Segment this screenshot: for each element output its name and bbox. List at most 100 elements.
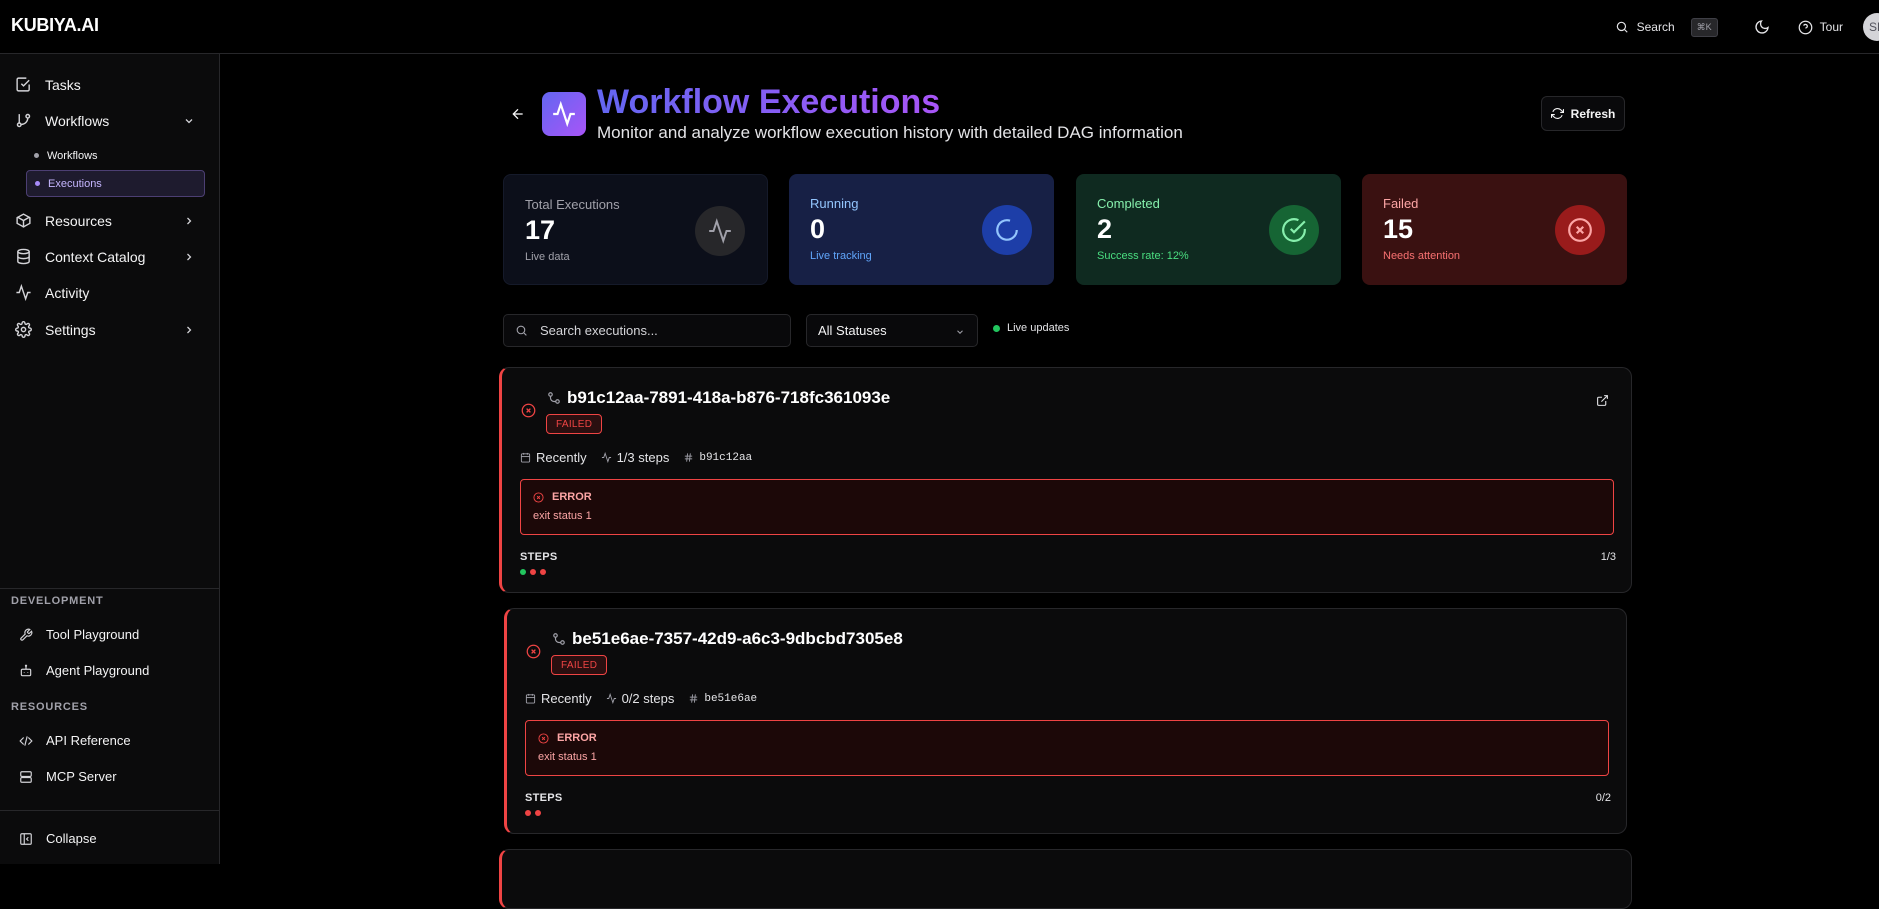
step-status-dot <box>520 569 526 575</box>
stat-sub: Needs attention <box>1383 250 1461 262</box>
execution-card[interactable]: be51e6ae-7357-42d9-a6c3-9dbcbd7305e8 FAI… <box>504 608 1627 834</box>
execution-id[interactable]: b91c12aa-7891-418a-b876-718fc361093e <box>567 388 890 408</box>
sidebar-item-api-reference[interactable]: API Reference <box>19 733 199 748</box>
meta-steps-text: 1/3 steps <box>616 450 670 465</box>
page-subtitle: Monitor and analyze workflow execution h… <box>597 123 1183 142</box>
execution-meta: Recently 1/3 steps b91c12aa <box>520 450 752 465</box>
sidebar-item-tool-playground[interactable]: Tool Playground <box>19 627 199 642</box>
chevron-right-icon <box>187 326 192 333</box>
activity-icon <box>709 218 731 244</box>
sidebar-subitem-executions[interactable]: Executions <box>26 170 205 197</box>
steps-count: 1/3 <box>1600 551 1616 563</box>
chevron-down-icon <box>957 330 963 334</box>
step-status-dot <box>535 810 541 816</box>
stat-sub: Live data <box>525 251 570 263</box>
hash-icon <box>685 453 693 462</box>
execution-card[interactable] <box>499 849 1632 909</box>
refresh-button[interactable]: Refresh <box>1541 96 1625 131</box>
meta-time: Recently <box>520 450 587 465</box>
error-title-text: ERROR <box>557 732 597 744</box>
refresh-label: Refresh <box>1570 106 1616 121</box>
error-title: ERROR <box>538 732 597 744</box>
status-filter-select[interactable]: All Statuses <box>806 314 978 347</box>
stat-card-completed: Completed 2 Success rate: 12% <box>1076 174 1341 285</box>
avatar[interactable]: SH <box>1863 13 1879 41</box>
collapse-button[interactable]: Collapse <box>19 831 199 846</box>
step-dots <box>525 810 541 816</box>
meta-steps: 1/3 steps <box>601 450 670 465</box>
search-shortcut: ⌘K <box>1690 17 1718 37</box>
tour-button[interactable]: Tour <box>1798 20 1843 35</box>
stat-label: Running <box>810 196 859 211</box>
stat-card-total: Total Executions 17 Live data <box>503 174 768 285</box>
search-label: Search <box>1636 20 1675 34</box>
sidebar-item-label: Settings <box>45 321 96 338</box>
sidebar-item-settings[interactable]: Settings <box>15 321 195 338</box>
calendar-icon <box>525 693 536 704</box>
x-circle-icon <box>533 491 544 503</box>
step-dots <box>520 569 546 575</box>
sidebar-item-label: MCP Server <box>46 769 117 784</box>
steps-count: 0/2 <box>1595 792 1611 804</box>
live-dot <box>993 324 1000 332</box>
stat-label: Total Executions <box>525 197 620 212</box>
execution-id[interactable]: be51e6ae-7357-42d9-a6c3-9dbcbd7305e8 <box>572 629 903 649</box>
sidebar-item-workflows[interactable]: Workflows <box>15 112 195 129</box>
meta-steps-text: 0/2 steps <box>621 691 675 706</box>
search-input[interactable] <box>540 323 760 338</box>
sidebar-item-label: Resources <box>45 212 112 229</box>
stat-value: 2 <box>1097 214 1113 244</box>
search-icon <box>516 325 527 336</box>
meta-hash-text: b91c12aa <box>699 451 753 464</box>
status-badge: FAILED <box>546 414 603 434</box>
bullet-icon <box>35 181 40 186</box>
sidebar-item-label: Context Catalog <box>45 248 146 265</box>
steps-label: STEPS <box>525 792 563 804</box>
error-box: ERROR exit status 1 <box>520 479 1614 535</box>
sidebar: Tasks Workflows Workflows Executions Res… <box>0 54 220 864</box>
search-icon <box>1616 21 1628 33</box>
calendar-icon <box>520 452 531 463</box>
chevron-down-icon <box>185 118 193 123</box>
sidebar-divider <box>0 588 219 589</box>
meta-time-text: Recently <box>541 691 592 706</box>
moon-icon[interactable] <box>1754 19 1770 35</box>
sidebar-item-tasks[interactable]: Tasks <box>15 76 195 93</box>
sidebar-subitem-label: Workflows <box>47 149 98 162</box>
bot-icon <box>20 664 32 676</box>
activity-icon <box>601 452 611 463</box>
execution-card[interactable]: b91c12aa-7891-418a-b876-718fc361093e FAI… <box>499 367 1632 593</box>
global-search-button[interactable]: Search ⌘K <box>1615 17 1718 37</box>
code-icon <box>19 735 33 746</box>
sidebar-item-activity[interactable]: Activity <box>15 284 195 301</box>
stat-sub: Success rate: 12% <box>1097 250 1189 262</box>
stat-badge <box>982 205 1032 255</box>
stat-card-failed: Failed 15 Needs attention <box>1362 174 1627 285</box>
database-icon <box>17 248 30 265</box>
gear-icon <box>15 321 32 338</box>
stat-badge <box>1555 205 1605 255</box>
external-link-icon[interactable] <box>1596 394 1609 407</box>
hash-icon <box>690 694 698 703</box>
sidebar-item-mcp-server[interactable]: MCP Server <box>19 769 199 784</box>
step-status-dot <box>530 569 536 575</box>
collapse-label: Collapse <box>46 831 97 846</box>
main-content: Workflow Executions Monitor and analyze … <box>220 54 1879 909</box>
error-title: ERROR <box>533 491 592 503</box>
sidebar-item-label: Agent Playground <box>46 663 150 678</box>
sidebar-item-context-catalog[interactable]: Context Catalog <box>15 248 195 265</box>
arrow-left-icon[interactable] <box>510 106 526 122</box>
top-bar: KUBIYA.AI Search ⌘K Tour SH <box>0 0 1879 54</box>
error-title-text: ERROR <box>552 491 592 503</box>
sidebar-item-agent-playground[interactable]: Agent Playground <box>19 663 199 678</box>
workflow-icon <box>553 633 565 645</box>
activity-icon <box>606 693 616 704</box>
workflow-icon <box>548 392 560 404</box>
sidebar-subitem-workflows[interactable]: Workflows <box>26 142 205 169</box>
stat-sub: Live tracking <box>810 250 872 262</box>
sidebar-item-resources[interactable]: Resources <box>15 212 195 229</box>
x-circle-icon <box>521 403 536 418</box>
x-circle-icon <box>1568 218 1592 242</box>
sidebar-item-label: Tool Playground <box>46 627 140 642</box>
app-logo[interactable]: KUBIYA.AI <box>11 15 99 36</box>
